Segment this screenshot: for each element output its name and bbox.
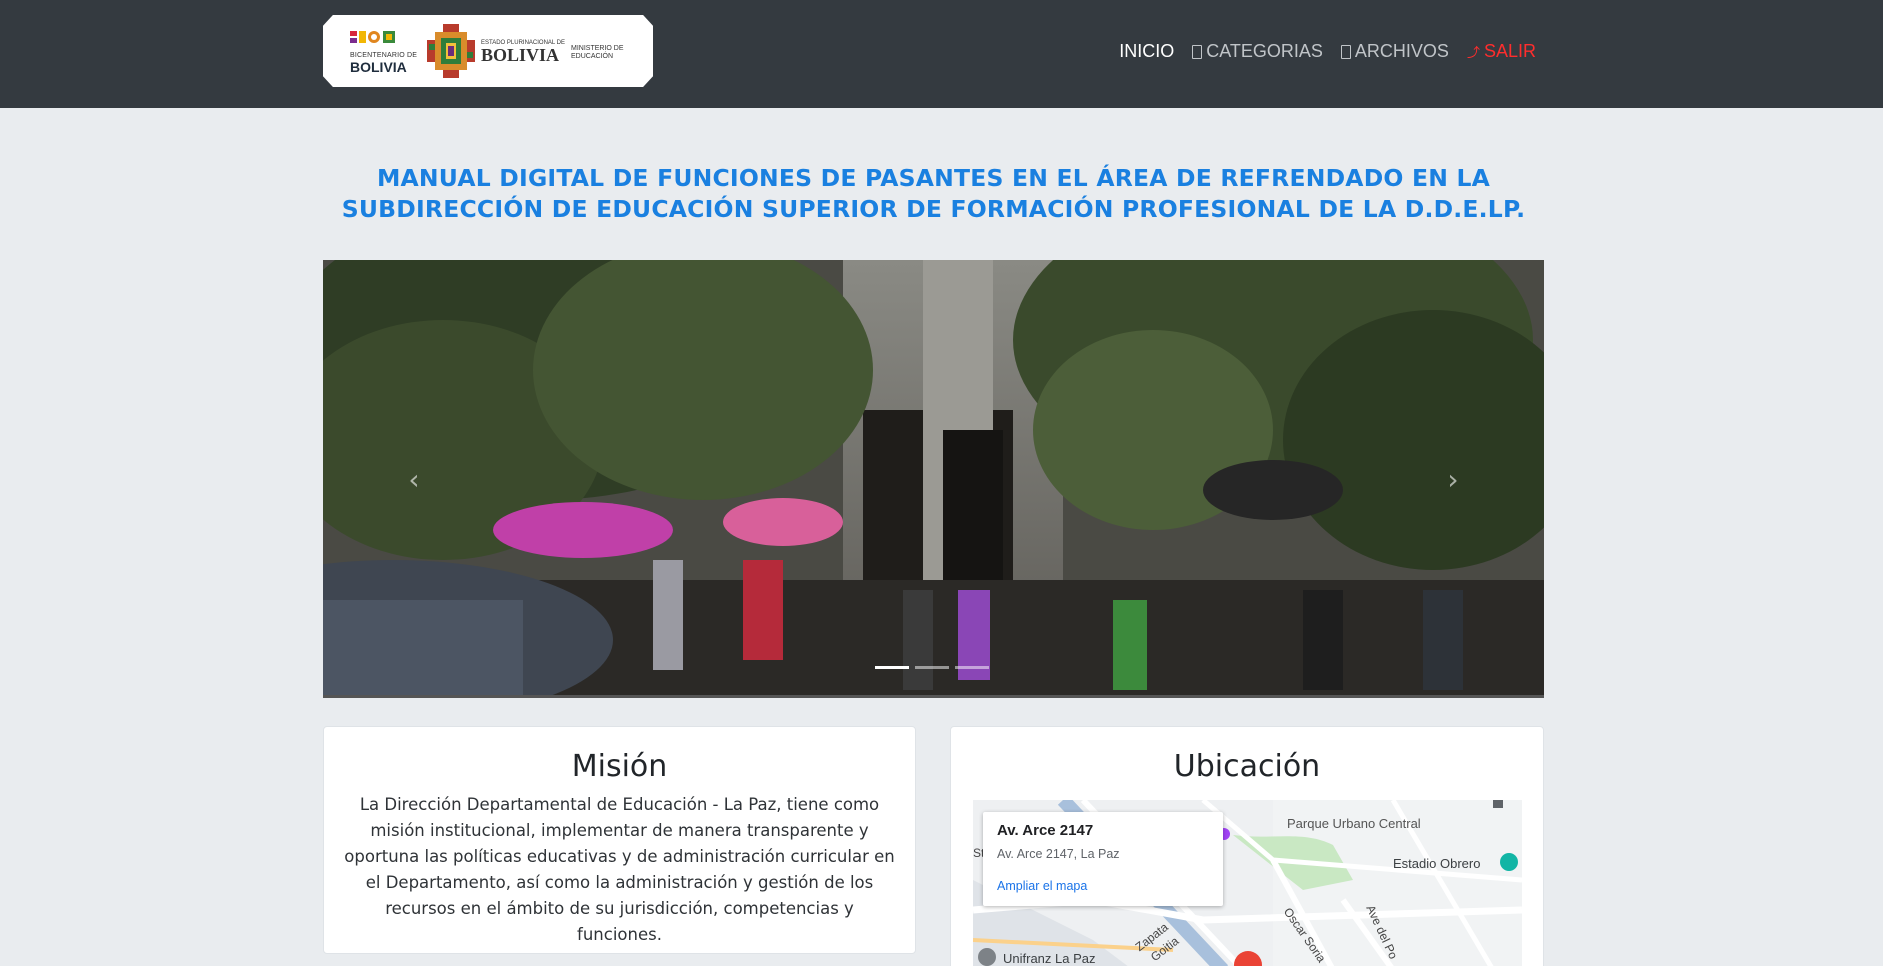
mision-text: La Dirección Departamental de Educación … bbox=[344, 795, 895, 944]
nav-archivos[interactable]: ARCHIVOS bbox=[1340, 41, 1449, 62]
location-map[interactable]: Parque Urbano Central Estadio Obrero Uni… bbox=[973, 800, 1522, 966]
bicentenario-line2: BOLIVIA bbox=[350, 59, 407, 75]
main-nav: INICIO CATEGORIAS ARCHIVOS ⤴ SALIR bbox=[1101, 41, 1536, 62]
nav-salir-label: SALIR bbox=[1483, 41, 1536, 61]
carousel-prev-button[interactable]: ‹ bbox=[394, 459, 434, 499]
map-label-unifranz: Unifranz La Paz bbox=[1003, 951, 1096, 966]
carousel-next-button[interactable]: › bbox=[1433, 459, 1473, 499]
page-title-line2: SUBDIRECCIÓN DE EDUCACIÓN SUPERIOR DE FO… bbox=[341, 195, 1526, 223]
nav-categorias-label: CATEGORIAS bbox=[1206, 41, 1323, 61]
carousel-indicators bbox=[875, 666, 989, 669]
bicentenario-line1: BICENTENARIO DE bbox=[350, 52, 418, 59]
nav-salir[interactable]: ⤴ SALIR bbox=[1467, 41, 1536, 62]
map-place-title: Av. Arce 2147 bbox=[997, 822, 1094, 839]
carousel-indicator-3[interactable] bbox=[955, 666, 989, 669]
carousel-indicator-1[interactable] bbox=[875, 666, 909, 669]
top-navbar: BICENTENARIO DE BOLIVIA ESTADO PLURINACI… bbox=[0, 0, 1883, 108]
ubicacion-title: Ubicación bbox=[1173, 749, 1321, 784]
map-place-address: Av. Arce 2147, La Paz bbox=[997, 847, 1120, 861]
nav-categorias[interactable]: CATEGORIAS bbox=[1192, 41, 1323, 62]
nav-inicio-label: INICIO bbox=[1119, 41, 1175, 61]
nav-inicio[interactable]: INICIO bbox=[1119, 41, 1174, 62]
bolivia-emblem-icon bbox=[427, 24, 475, 78]
ubicacion-card: Ubicación Parque Urbano Central Estadio … bbox=[950, 726, 1544, 966]
map-enlarge-link[interactable]: Ampliar el mapa bbox=[997, 879, 1209, 893]
mision-title: Misión bbox=[571, 749, 668, 784]
map-label-park: Parque Urbano Central bbox=[1287, 816, 1421, 831]
estado-text: ESTADO PLURINACIONAL DE BOLIVIA bbox=[481, 40, 565, 64]
carousel-slide-image bbox=[323, 260, 1544, 698]
page-title: MANUAL DIGITAL DE FUNCIONES DE PASANTES … bbox=[323, 163, 1544, 225]
file-icon bbox=[1340, 44, 1351, 59]
folder-icon bbox=[1192, 44, 1203, 59]
exit-icon: ⤴ bbox=[1466, 45, 1480, 60]
nav-archivos-label: ARCHIVOS bbox=[1354, 41, 1449, 61]
estado-line2: BOLIVIA bbox=[481, 45, 560, 65]
institution-logo[interactable]: BICENTENARIO DE BOLIVIA ESTADO PLURINACI… bbox=[323, 15, 653, 87]
bicentenario-mark-icon bbox=[350, 31, 395, 43]
bicentenario-text: BICENTENARIO DE BOLIVIA bbox=[350, 52, 417, 74]
map-info-window: Av. Arce 2147 Av. Arce 2147, La Paz Ampl… bbox=[983, 812, 1223, 906]
carousel-indicator-2[interactable] bbox=[915, 666, 949, 669]
map-label-stadium: Estadio Obrero bbox=[1393, 856, 1481, 871]
page-title-line1: MANUAL DIGITAL DE FUNCIONES DE PASANTES … bbox=[376, 164, 1491, 192]
ministerio-text: MINISTERIO DE EDUCACIÓN bbox=[571, 45, 624, 60]
image-carousel[interactable]: ‹ › bbox=[323, 260, 1544, 698]
mision-card: Misión La Dirección Departamental de Edu… bbox=[323, 726, 916, 954]
